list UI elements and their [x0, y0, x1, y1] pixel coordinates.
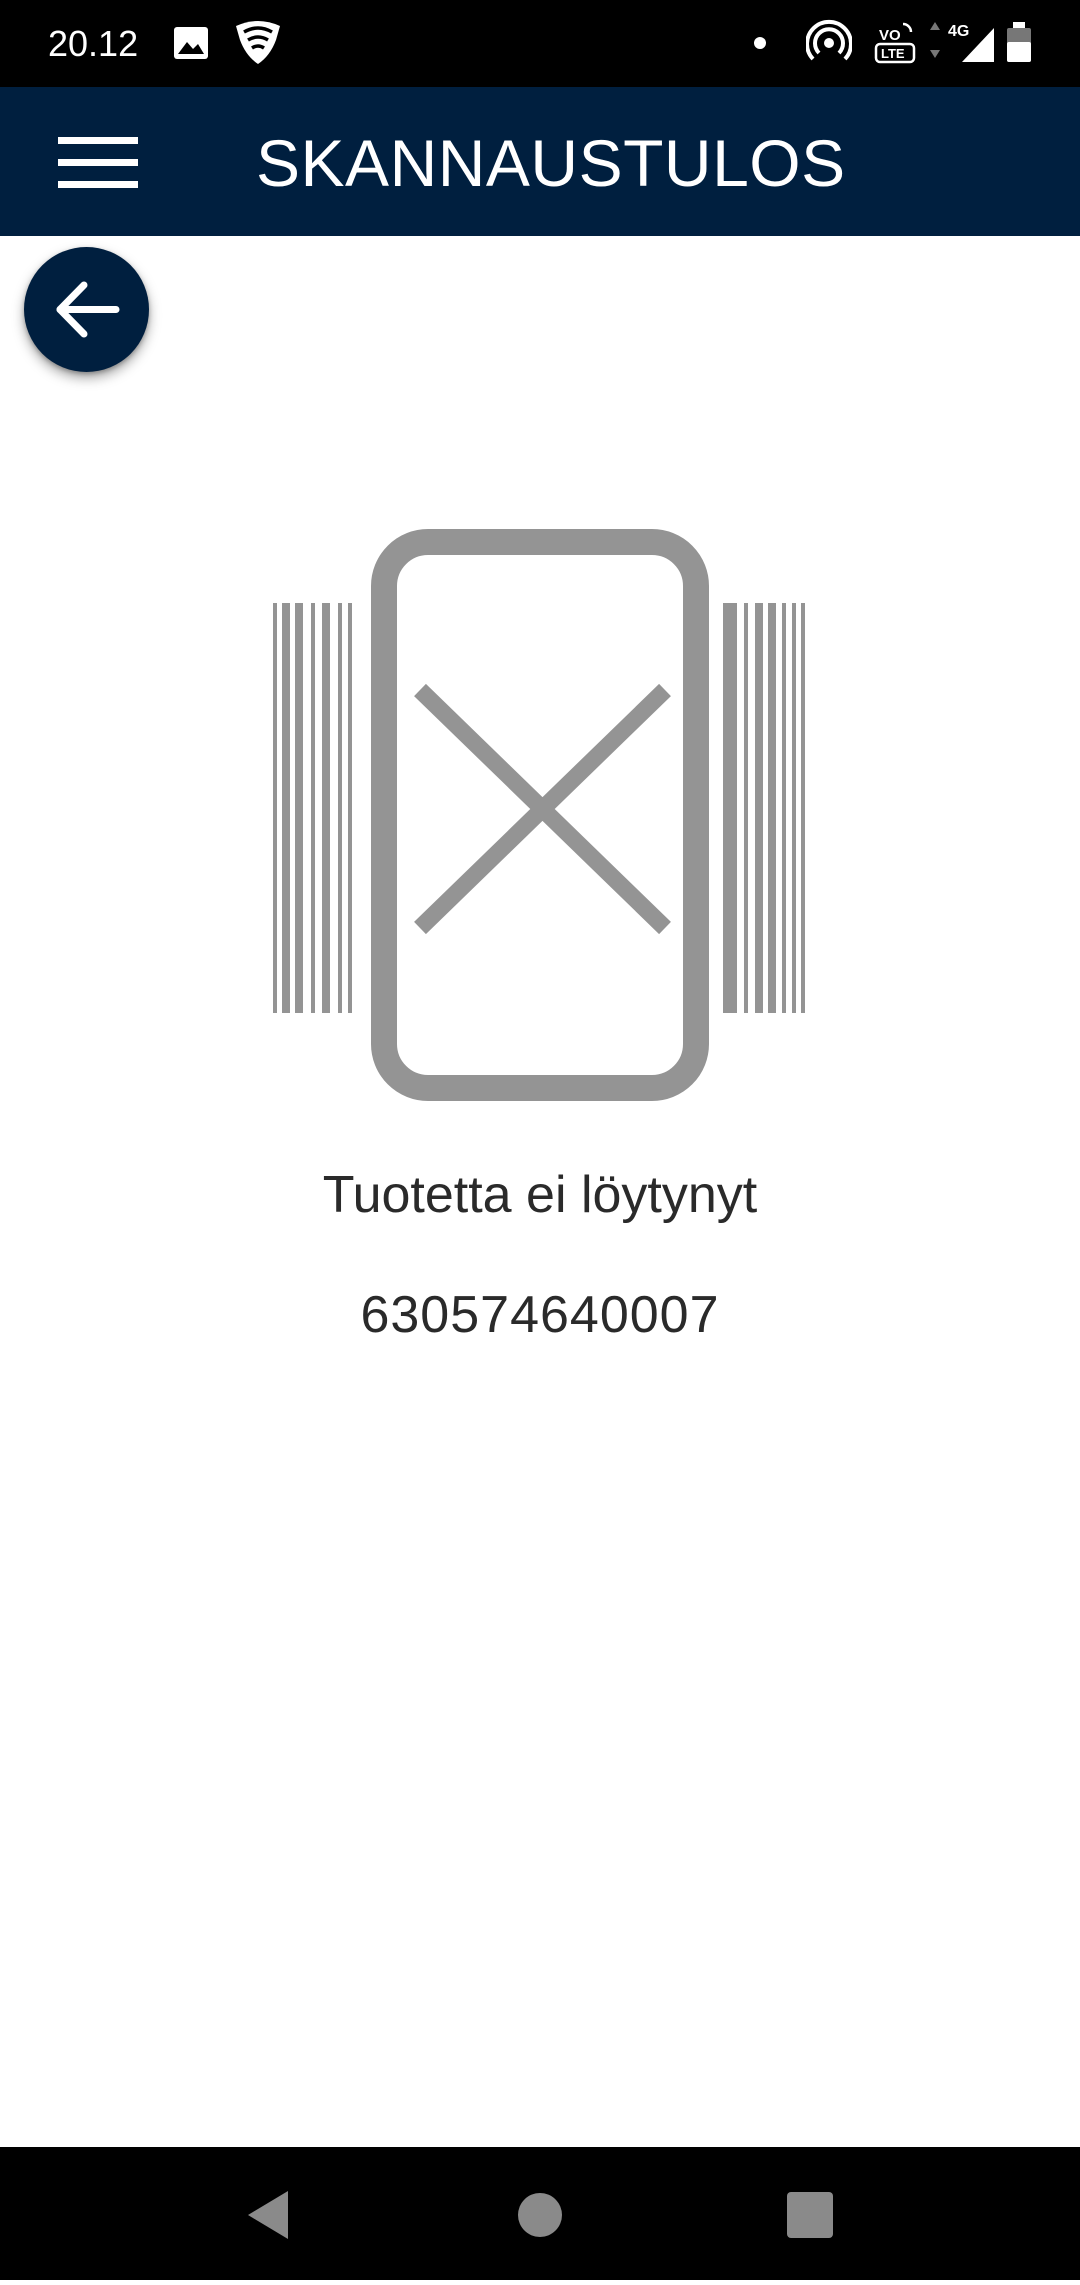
status-time: 20.12 — [48, 23, 139, 64]
back-button[interactable] — [24, 247, 149, 372]
svg-text:VO: VO — [879, 27, 901, 44]
arrow-left-icon — [56, 281, 120, 338]
nav-recents-button[interactable] — [750, 2147, 870, 2280]
volte-icon: VO LTE — [874, 22, 916, 64]
app-bar: SKANNAUSTULOS — [0, 87, 1080, 236]
menu-button[interactable] — [40, 117, 138, 207]
system-navigation-bar — [0, 2147, 1080, 2280]
page-title: SKANNAUSTULOS — [256, 126, 846, 200]
back-triangle-icon — [248, 2191, 288, 2239]
home-circle-icon — [518, 2193, 562, 2237]
shield-wifi-icon — [236, 21, 280, 64]
recents-square-icon — [787, 2192, 833, 2238]
nav-home-button[interactable] — [480, 2147, 600, 2280]
svg-text:LTE: LTE — [881, 46, 905, 61]
status-bar: 20.12 VO LTE 4G — [0, 0, 1080, 87]
result-message: Tuotetta ei löytynyt — [322, 1166, 758, 1224]
svg-text:4G: 4G — [948, 23, 969, 40]
image-icon — [174, 27, 208, 59]
nav-back-button[interactable] — [208, 2147, 328, 2280]
barcode-scan-failed-icon — [273, 529, 805, 1101]
battery-icon — [1007, 22, 1031, 62]
4g-signal-icon: 4G — [930, 22, 994, 62]
hotspot-icon — [806, 19, 852, 61]
notification-dot-icon — [754, 37, 766, 49]
barcode-number: 630574640007 — [360, 1286, 720, 1344]
